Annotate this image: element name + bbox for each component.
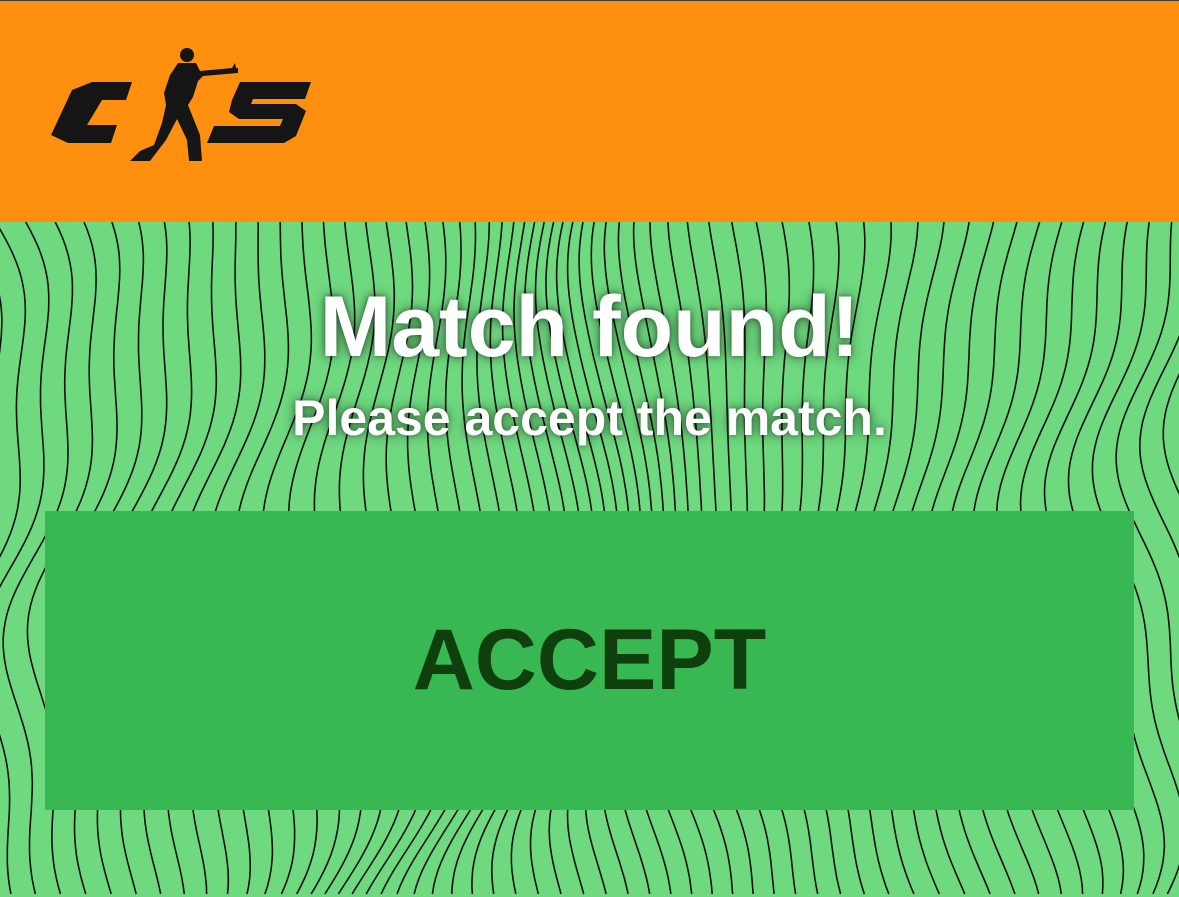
- logo-letter-c-icon: [51, 82, 132, 143]
- match-found-screen: Match found! Please accept the match. AC…: [0, 0, 1179, 897]
- soldier-silhouette-icon: [130, 48, 238, 161]
- accept-instruction-subtitle: Please accept the match.: [292, 390, 887, 446]
- accept-button-label: ACCEPT: [412, 612, 767, 708]
- top-header-bar: [0, 0, 1179, 222]
- accept-button[interactable]: ACCEPT: [45, 511, 1134, 810]
- match-found-title: Match found!: [319, 279, 860, 375]
- logo-letter-s-icon: [207, 82, 311, 143]
- counter-strike-logo: [51, 48, 311, 161]
